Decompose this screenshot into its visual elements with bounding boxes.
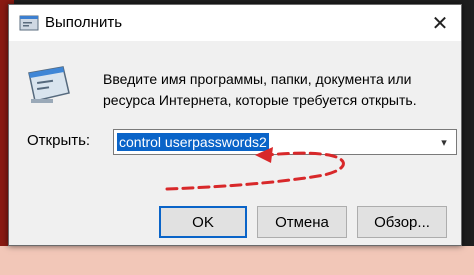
annotation-arrow [165,147,345,191]
run-dialog: Выполнить ✕ Введите имя программы, папки… [8,4,462,246]
background-banner [0,246,474,275]
window-title: Выполнить [45,14,123,31]
close-button[interactable]: ✕ [419,5,461,41]
run-icon [19,14,39,32]
cancel-button[interactable]: Отмена [257,206,347,238]
browse-button[interactable]: Обзор... [357,206,447,238]
run-app-icon [23,63,75,109]
chevron-down-icon[interactable]: ▾ [438,135,450,149]
close-icon: ✕ [431,12,449,35]
ok-button[interactable]: OK [159,206,247,238]
title-bar[interactable]: Выполнить ✕ [9,5,461,41]
open-label: Открыть: [27,132,91,149]
instruction-text: Введите имя программы, папки, документа … [103,71,417,108]
